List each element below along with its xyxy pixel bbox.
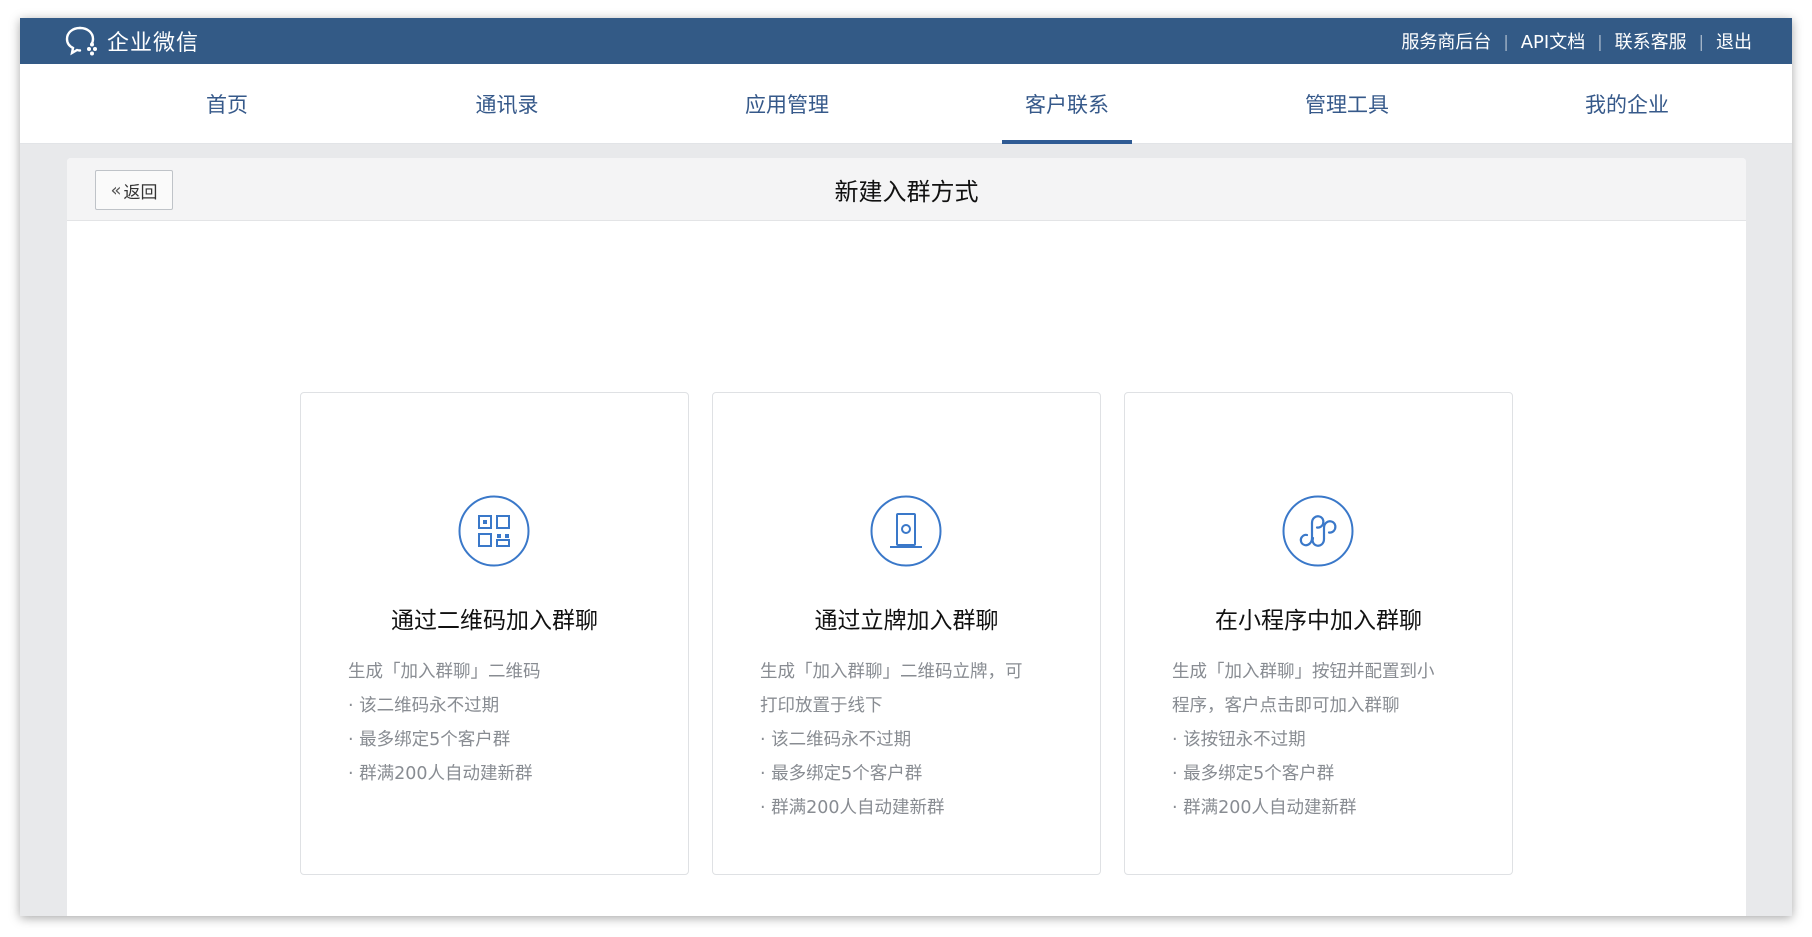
wecom-logo-icon [65,26,97,56]
nav-item-home[interactable]: 首页 [127,64,327,144]
mini-program-icon [1282,495,1354,567]
nav-item-management-tools[interactable]: 管理工具 [1247,64,1447,144]
top-bar: 企业微信 服务商后台 | API文档 | 联系客服 | 退出 [20,18,1792,64]
desc-line: 程序，客户点击即可加入群聊 [1172,696,1400,716]
desc-line: · 最多绑定5个客户群 [348,730,511,750]
desc-line: · 最多绑定5个客户群 [760,764,923,784]
contact-support-link[interactable]: 联系客服 [1615,28,1687,54]
desc-line: · 该二维码永不过期 [760,730,912,750]
card-description: 生成「加入群聊」二维码 · 该二维码永不过期 · 最多绑定5个客户群 · 群满2… [348,655,658,791]
main-nav: 首页 通讯录 应用管理 客户联系 管理工具 我的企业 [20,64,1792,144]
nav-item-my-enterprise[interactable]: 我的企业 [1527,64,1727,144]
desc-line: 生成「加入群聊」按钮并配置到小 [1172,662,1435,682]
link-divider: | [1503,31,1509,51]
card-title: 在小程序中加入群聊 [1215,608,1422,634]
back-button[interactable]: « 返回 [95,170,173,210]
app-logo[interactable]: 企业微信 [65,18,199,64]
page-title: 新建入群方式 [834,178,979,206]
nav-item-contacts[interactable]: 通讯录 [407,64,607,144]
provider-console-link[interactable]: 服务商后台 [1401,28,1491,54]
card-description: 生成「加入群聊」二维码立牌，可 打印放置于线下 · 该二维码永不过期 · 最多绑… [760,655,1070,825]
top-links: 服务商后台 | API文档 | 联系客服 | 退出 [1401,18,1752,64]
back-button-label: 返回 [123,182,158,203]
desc-line: · 该二维码永不过期 [348,696,500,716]
app-window: 企业微信 服务商后台 | API文档 | 联系客服 | 退出 首页 通讯录 应用… [20,18,1792,916]
card-title: 通过二维码加入群聊 [391,608,598,634]
api-docs-link[interactable]: API文档 [1521,28,1585,54]
double-chevron-left-icon: « [110,179,122,201]
link-divider: | [1698,31,1704,51]
nav-item-apps[interactable]: 应用管理 [687,64,887,144]
stand-sign-icon [870,495,942,567]
logout-link[interactable]: 退出 [1716,28,1752,54]
qrcode-icon [458,495,530,567]
app-name: 企业微信 [107,31,200,56]
card-title: 通过立牌加入群聊 [814,608,999,634]
desc-line: 生成「加入群聊」二维码立牌，可 [760,662,1023,682]
nav-item-customer-contact[interactable]: 客户联系 [967,64,1167,144]
desc-line: · 群满200人自动建新群 [1172,798,1357,818]
card-description: 生成「加入群聊」按钮并配置到小 程序，客户点击即可加入群聊 · 该按钮永不过期 … [1172,655,1482,825]
desc-line: 生成「加入群聊」二维码 [348,662,541,682]
option-card-mini-program[interactable]: 在小程序中加入群聊 生成「加入群聊」按钮并配置到小 程序，客户点击即可加入群聊 … [1124,392,1513,875]
desc-line: 打印放置于线下 [760,696,883,716]
link-divider: | [1597,31,1603,51]
option-card-qrcode[interactable]: 通过二维码加入群聊 生成「加入群聊」二维码 · 该二维码永不过期 · 最多绑定5… [300,392,689,875]
desc-line: · 群满200人自动建新群 [760,798,945,818]
content-panel: 新建入群方式 « 返回 通过二维码加入群聊 生成「加入群聊」二维码 · 该二维码… [67,158,1746,916]
desc-line: · 该按钮永不过期 [1172,730,1306,750]
panel-header: 新建入群方式 « 返回 [67,158,1746,221]
desc-line: · 最多绑定5个客户群 [1172,764,1335,784]
desc-line: · 群满200人自动建新群 [348,764,533,784]
option-card-stand-sign[interactable]: 通过立牌加入群聊 生成「加入群聊」二维码立牌，可 打印放置于线下 · 该二维码永… [712,392,1101,875]
